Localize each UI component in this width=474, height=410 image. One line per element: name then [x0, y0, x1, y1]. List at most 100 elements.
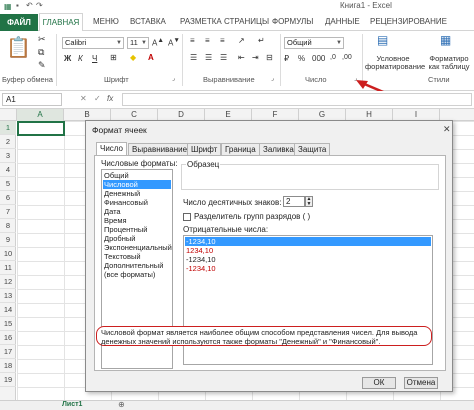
tab-number[interactable]: Число: [96, 142, 128, 156]
borders-icon[interactable]: ⊞: [110, 53, 117, 62]
row-header[interactable]: 5: [0, 177, 16, 191]
row-header[interactable]: 8: [0, 219, 16, 233]
row-header[interactable]: 2: [0, 135, 16, 149]
confirm-entry-icon[interactable]: ✓: [94, 94, 101, 103]
tab-file[interactable]: ФАЙЛ: [0, 14, 38, 31]
list-item[interactable]: Дата: [103, 207, 171, 216]
tab-page-layout[interactable]: РАЗМЕТКА СТРАНИЦЫ: [180, 17, 269, 26]
decimals-input[interactable]: 2: [283, 196, 305, 207]
column-header[interactable]: A: [17, 109, 64, 121]
dialog-launcher-icon[interactable]: ⌟: [271, 75, 274, 82]
underline-icon[interactable]: Ч: [92, 54, 97, 63]
row-header[interactable]: 4: [0, 163, 16, 177]
row-header[interactable]: 9: [0, 233, 16, 247]
tab-menu[interactable]: МЕНЮ: [93, 17, 119, 26]
increase-decimal-icon[interactable]: ,0: [330, 54, 336, 61]
align-middle-icon[interactable]: ≡: [205, 36, 210, 45]
row-header[interactable]: 12: [0, 275, 16, 289]
save-icon[interactable]: ▪: [16, 1, 19, 10]
wrap-text-icon[interactable]: ↵: [258, 36, 265, 45]
format-painter-icon[interactable]: ✎: [38, 60, 46, 71]
dialog-launcher-icon[interactable]: ⌟: [172, 75, 175, 82]
outdent-icon[interactable]: ⇥: [252, 53, 259, 62]
align-bottom-icon[interactable]: ≡: [220, 36, 225, 45]
row-header[interactable]: 11: [0, 261, 16, 275]
format-as-table-icon[interactable]: ▦: [440, 33, 451, 47]
cut-icon[interactable]: ✂: [38, 34, 46, 45]
row-header[interactable]: 7: [0, 205, 16, 219]
list-item[interactable]: -1234,10: [185, 264, 431, 273]
row-header[interactable]: 18: [0, 359, 16, 373]
active-cell[interactable]: [17, 121, 65, 136]
undo-icon[interactable]: ↶: [26, 1, 33, 10]
row-header[interactable]: 13: [0, 289, 16, 303]
align-center-icon[interactable]: ☰: [205, 53, 212, 62]
indent-icon[interactable]: ⇤: [238, 53, 245, 62]
merge-center-icon[interactable]: ⊟: [266, 53, 273, 62]
list-item[interactable]: Общий: [103, 171, 171, 180]
list-item[interactable]: Дополнительный: [103, 261, 171, 270]
conditional-formatting-button[interactable]: Условное форматирование: [365, 55, 425, 71]
list-item[interactable]: Время: [103, 216, 171, 225]
list-item[interactable]: Финансовый: [103, 198, 171, 207]
list-item[interactable]: Процентный: [103, 225, 171, 234]
decrease-decimal-icon[interactable]: ,00: [342, 54, 352, 61]
sheet-tab[interactable]: Лист1: [62, 401, 82, 408]
shrink-font-icon[interactable]: A▼: [168, 37, 180, 48]
list-item[interactable]: -1234,10: [185, 255, 431, 264]
row-header[interactable]: 19: [0, 373, 16, 387]
select-all-corner[interactable]: [0, 109, 17, 121]
list-item-selected[interactable]: -1234,10: [185, 237, 431, 246]
copy-icon[interactable]: ⧉: [38, 47, 44, 58]
align-right-icon[interactable]: ☰: [220, 53, 227, 62]
paste-icon[interactable]: 📋: [6, 35, 31, 60]
decimals-spinner[interactable]: ▲ ▼: [305, 196, 313, 207]
row-header[interactable]: 6: [0, 191, 16, 205]
row-header[interactable]: 14: [0, 303, 16, 317]
font-size-select[interactable]: 11 ▼: [127, 37, 149, 49]
italic-icon[interactable]: К: [78, 54, 83, 63]
orientation-icon[interactable]: ↗: [238, 36, 245, 45]
row-header[interactable]: 16: [0, 331, 16, 345]
cancel-button[interactable]: Отмена: [404, 377, 438, 389]
spin-down-icon[interactable]: ▼: [306, 202, 312, 207]
currency-format-icon[interactable]: ₽: [284, 54, 289, 63]
close-icon[interactable]: ✕: [443, 124, 451, 135]
font-name-select[interactable]: Calibri ▼: [62, 37, 124, 49]
row-header[interactable]: 3: [0, 149, 16, 163]
formula-input[interactable]: [122, 93, 472, 106]
font-color-icon[interactable]: A: [148, 53, 154, 62]
format-as-table-button[interactable]: Форматиро как таблицу: [424, 55, 474, 71]
separator-checkbox[interactable]: [183, 213, 191, 221]
comma-style-icon[interactable]: 000: [312, 54, 325, 63]
tab-data[interactable]: ДАННЫЕ: [325, 17, 360, 26]
list-item[interactable]: Денежный: [103, 189, 171, 198]
list-item-selected[interactable]: Числовой: [103, 180, 171, 189]
list-item[interactable]: Экспоненциальный: [103, 243, 172, 252]
fill-color-icon[interactable]: ◆: [130, 53, 136, 62]
tab-insert[interactable]: ВСТАВКА: [130, 17, 166, 26]
name-box[interactable]: A1: [2, 93, 62, 106]
insert-function-icon[interactable]: fx: [107, 94, 113, 103]
number-format-select[interactable]: Общий ▼: [284, 37, 344, 49]
row-header[interactable]: 15: [0, 317, 16, 331]
align-left-icon[interactable]: ☰: [190, 53, 197, 62]
tab-home[interactable]: ГЛАВНАЯ: [39, 13, 83, 32]
list-item[interactable]: (все форматы): [103, 270, 171, 279]
redo-icon[interactable]: ↷: [36, 1, 43, 10]
row-header[interactable]: 17: [0, 345, 16, 359]
tab-formulas[interactable]: ФОРМУЛЫ: [272, 17, 313, 26]
cancel-entry-icon[interactable]: ✕: [80, 94, 87, 103]
conditional-formatting-icon[interactable]: ▤: [377, 33, 388, 47]
row-header[interactable]: 1: [0, 121, 16, 135]
grow-font-icon[interactable]: A▲: [152, 37, 164, 48]
align-top-icon[interactable]: ≡: [190, 36, 195, 45]
bold-icon[interactable]: Ж: [64, 54, 71, 63]
ok-button[interactable]: ОК: [362, 377, 396, 389]
list-item[interactable]: Дробный: [103, 234, 171, 243]
list-item[interactable]: 1234,10: [185, 246, 431, 255]
list-item[interactable]: Текстовый: [103, 252, 171, 261]
tab-review[interactable]: РЕЦЕНЗИРОВАНИЕ: [370, 17, 447, 26]
row-header[interactable]: 10: [0, 247, 16, 261]
add-sheet-icon[interactable]: ⊕: [118, 400, 125, 409]
